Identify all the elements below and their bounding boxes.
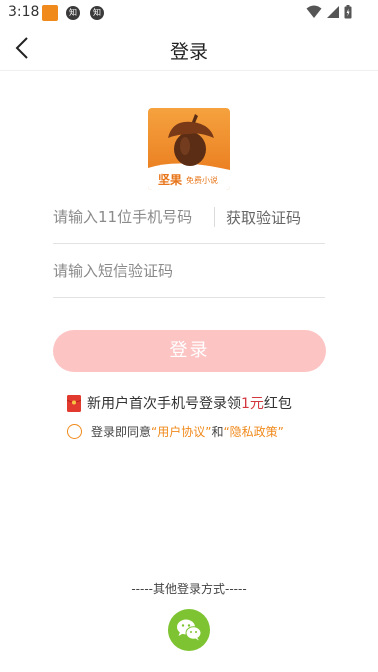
promo-amount: 1元 bbox=[241, 396, 264, 412]
zhihu-notification-icon-2: 知 bbox=[90, 6, 104, 20]
app-notification-icon bbox=[42, 5, 58, 21]
app-logo: 坚果 免费小说 bbox=[148, 108, 230, 190]
battery-icon bbox=[344, 5, 352, 19]
agreement-radio[interactable] bbox=[67, 423, 82, 439]
wechat-login-button[interactable] bbox=[168, 609, 210, 651]
status-time: 3:18 bbox=[8, 4, 40, 20]
signal-icon bbox=[327, 6, 339, 18]
agreement-prefix: 登录即同意 bbox=[91, 424, 152, 439]
page-title: 登录 bbox=[169, 41, 208, 63]
promo-text-suffix: 红包 bbox=[263, 396, 292, 412]
wechat-icon bbox=[177, 619, 202, 641]
agreement-row: 登录即同意 “用户协议” 和 “隐私政策” bbox=[67, 422, 284, 440]
svg-text:免费小说: 免费小说 bbox=[186, 175, 218, 185]
sms-code-input-row bbox=[53, 244, 325, 298]
nav-bar: 登录 bbox=[0, 26, 378, 70]
phone-input[interactable] bbox=[53, 190, 208, 243]
user-agreement-link[interactable]: “用户协议” bbox=[151, 423, 211, 440]
wifi-icon bbox=[306, 5, 322, 18]
status-bar: 3:18 知 知 bbox=[0, 0, 378, 26]
promo-banner: 新用户首次手机号登录领 1元 红包 bbox=[67, 394, 292, 412]
other-login-label: -----其他登录方式----- bbox=[131, 582, 247, 596]
status-indicators bbox=[306, 5, 352, 19]
get-code-button[interactable]: 获取验证码 bbox=[226, 207, 301, 228]
logo-wordmark: 坚果 免费小说 bbox=[158, 173, 218, 187]
sms-code-input[interactable] bbox=[53, 244, 325, 297]
zhihu-notification-icon: 知 bbox=[66, 6, 80, 20]
input-separator bbox=[214, 207, 215, 227]
svg-text:坚果: 坚果 bbox=[158, 173, 182, 187]
login-button[interactable]: 登录 bbox=[53, 330, 326, 372]
promo-text: 新用户首次手机号登录领 bbox=[87, 396, 241, 412]
phone-input-row: 获取验证码 bbox=[53, 190, 325, 244]
nav-divider bbox=[0, 70, 378, 71]
red-packet-icon bbox=[67, 394, 81, 412]
privacy-policy-link[interactable]: “隐私政策” bbox=[223, 423, 283, 440]
agreement-and: 和 bbox=[211, 424, 224, 439]
